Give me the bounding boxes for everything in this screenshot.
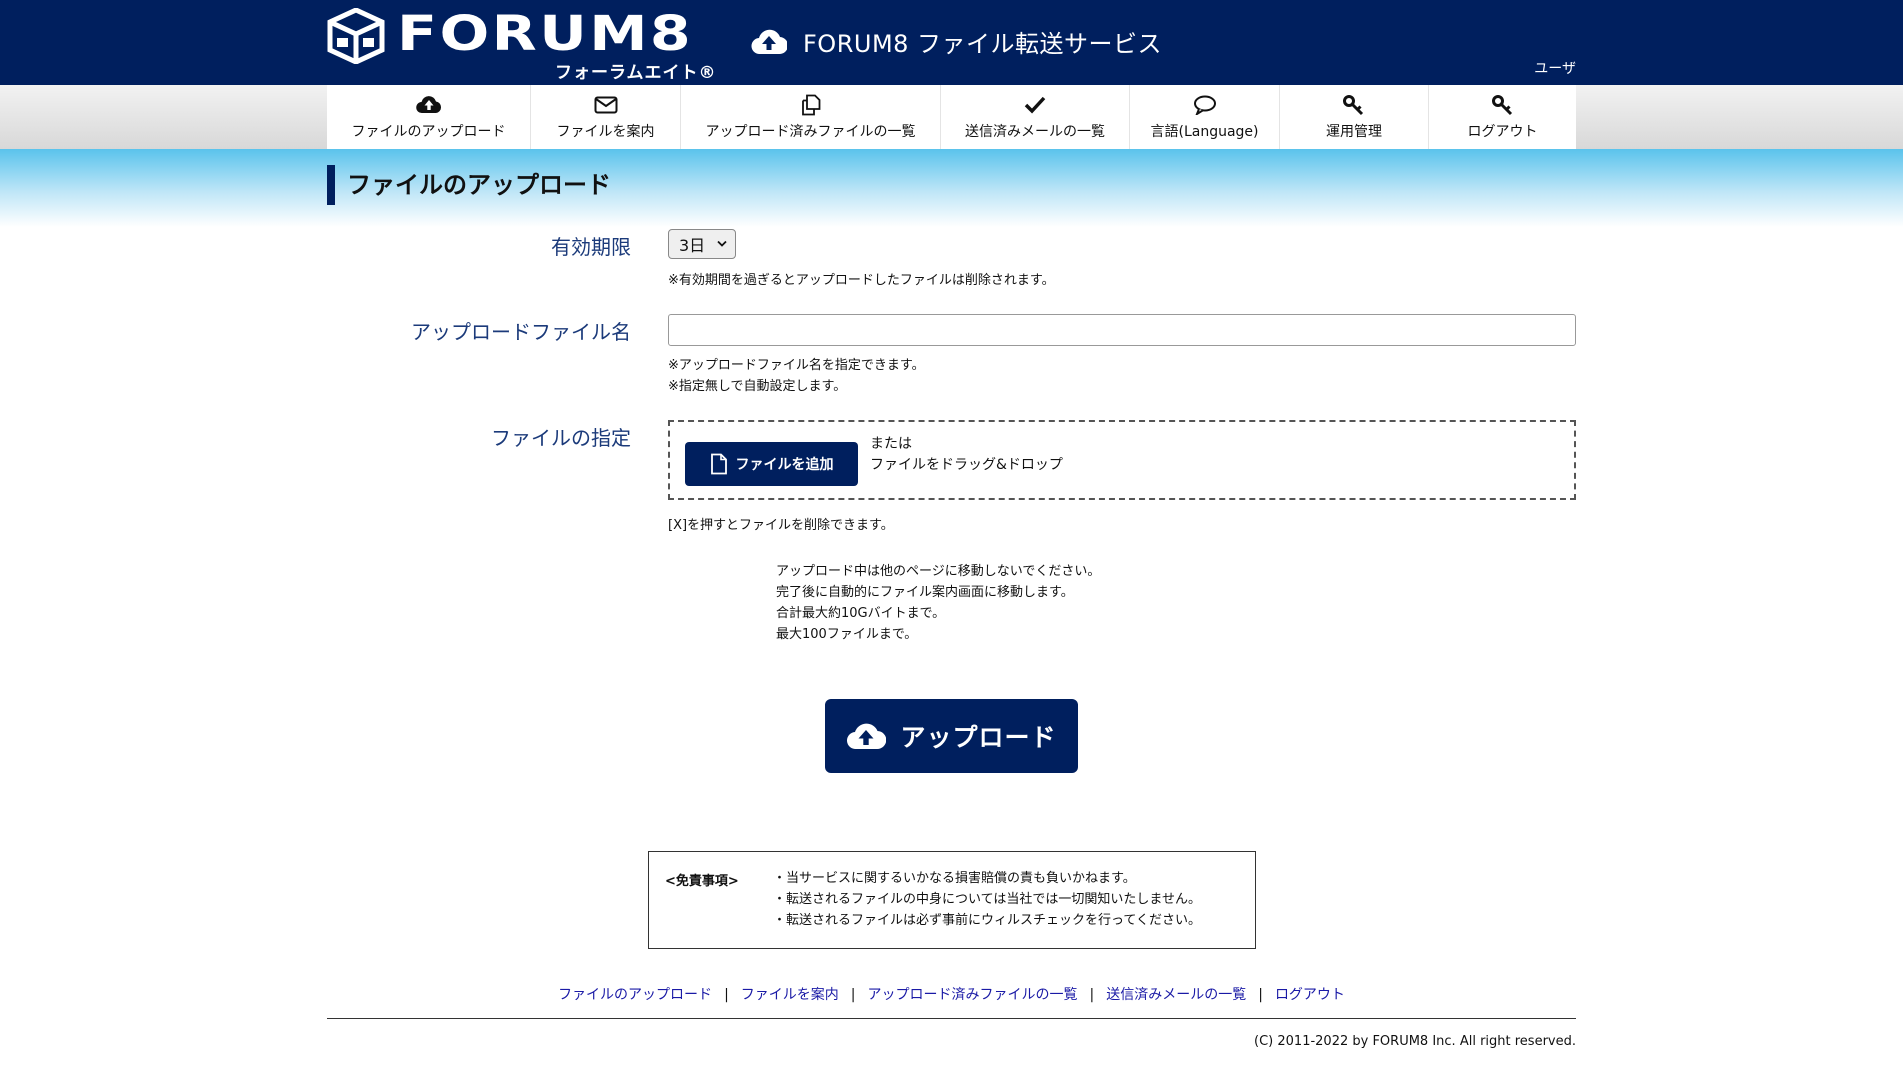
add-file-label: ファイルを追加 <box>735 457 834 473</box>
disclaimer-box: <免責事項> ・当サービスに関するいかなる損害賠償の責も負いかねます。 ・転送さ… <box>648 851 1256 949</box>
info-line: 最大100ファイルまで。 <box>776 627 918 642</box>
drop-or-text: または <box>870 436 912 452</box>
footer-link-guide[interactable]: ファイルを案内 <box>741 987 839 1003</box>
footer-divider <box>327 1018 1576 1019</box>
envelope-icon <box>593 94 619 116</box>
footer-link-upload[interactable]: ファイルのアップロード <box>558 987 712 1003</box>
upload-info: アップロード中は他のページに移動しないでください。 完了後に自動的にファイル案内… <box>776 561 1100 645</box>
upload-button-label: アップロード <box>900 723 1057 752</box>
key-icon <box>1490 94 1516 116</box>
speech-bubble-icon <box>1192 94 1218 116</box>
logo-wordmark: FORUM8 <box>397 6 694 62</box>
cloud-upload-icon <box>751 29 787 54</box>
logo-kana: フォーラムエイト® <box>555 63 717 83</box>
filename-note: ※指定無しで自動設定します。 <box>668 379 847 394</box>
chevron-down-icon <box>717 240 727 247</box>
main-nav: ファイルのアップロード ファイルを案内 アップロード済みファイルの一覧 送信済み… <box>327 85 1576 149</box>
upload-form: 有効期限 3日 ※有効期間を過ぎるとアップロードしたファイルは削除されます。 ア… <box>327 227 1576 827</box>
footer-link-uploaded-list[interactable]: アップロード済みファイルの一覧 <box>868 987 1078 1003</box>
nav-band: ファイルのアップロード ファイルを案内 アップロード済みファイルの一覧 送信済み… <box>0 85 1903 149</box>
filename-notes: ※アップロードファイル名を指定できます。 ※指定無しで自動設定します。 <box>668 355 925 397</box>
filename-note: ※アップロードファイル名を指定できます。 <box>668 358 925 373</box>
file-icon <box>710 453 727 475</box>
disclaimer-heading: <免責事項> <box>665 874 739 889</box>
user-label[interactable]: ユーザ <box>1534 58 1576 78</box>
file-dropzone[interactable]: ファイルを追加 または ファイルをドラッグ&ドロップ <box>668 420 1576 500</box>
disclaimer-item: ・当サービスに関するいかなる損害賠償の責も負いかねます。 <box>773 871 1136 886</box>
footer-links: ファイルのアップロード | ファイルを案内 | アップロード済みファイルの一覧 | 送信済み… <box>0 984 1903 1004</box>
disclaimer-list: ・当サービスに関するいかなる損害賠償の責も負いかねます。 ・転送されるファイルの… <box>773 868 1201 931</box>
add-file-button[interactable]: ファイルを追加 <box>685 442 858 486</box>
footer-link-sent-mail[interactable]: 送信済みメールの一覧 <box>1106 987 1246 1003</box>
key-icon <box>1341 94 1367 116</box>
info-line: 合計最大約10Gバイトまで。 <box>776 606 946 621</box>
filename-input[interactable] <box>668 314 1576 346</box>
upload-button[interactable]: アップロード <box>825 699 1078 773</box>
nav-label: 送信済みメールの一覧 <box>965 123 1105 140</box>
service-title: FORUM8 ファイル転送サービス <box>803 30 1163 58</box>
drop-text: ファイルをドラッグ&ドロップ <box>870 457 1063 473</box>
page-title: ファイルのアップロード <box>327 165 1576 205</box>
nav-item-sent-mail[interactable]: 送信済みメールの一覧 <box>941 85 1130 149</box>
title-band: ファイルのアップロード <box>0 149 1903 227</box>
footer-link-logout[interactable]: ログアウト <box>1275 987 1345 1003</box>
nav-label: ログアウト <box>1467 123 1538 140</box>
cloud-upload-icon <box>847 723 887 750</box>
file-select-label: ファイルの指定 <box>491 426 631 450</box>
forum8-logo[interactable]: FORUM8 フォーラムエイト® <box>327 6 732 83</box>
info-line: アップロード中は他のページに移動しないでください。 <box>776 564 1101 579</box>
copy-files-icon <box>798 94 824 116</box>
nav-item-guide[interactable]: ファイルを案内 <box>531 85 681 149</box>
info-line: 完了後に自動的にファイル案内画面に移動します。 <box>776 585 1074 600</box>
expiry-select[interactable]: 3日 <box>668 229 736 259</box>
expiry-note: ※有効期間を過ぎるとアップロードしたファイルは削除されます。 <box>668 273 1055 288</box>
footer-separator: | <box>1258 987 1263 1003</box>
drop-instructions: または ファイルをドラッグ&ドロップ <box>870 434 1063 476</box>
nav-label: 運用管理 <box>1326 123 1382 140</box>
nav-item-upload[interactable]: ファイルのアップロード <box>327 85 531 149</box>
nav-label: アップロード済みファイルの一覧 <box>705 123 916 140</box>
disclaimer-item: ・転送されるファイルは必ず事前にウィルスチェックを行ってください。 <box>773 913 1201 928</box>
nav-item-logout[interactable]: ログアウト <box>1429 85 1576 149</box>
expiry-label: 有効期限 <box>551 235 631 259</box>
nav-label: 言語(Language) <box>1150 123 1259 140</box>
expiry-selected-value: 3日 <box>679 236 706 255</box>
service-heading: FORUM8 ファイル転送サービス <box>751 24 1162 59</box>
nav-item-language[interactable]: 言語(Language) <box>1130 85 1280 149</box>
disclaimer-item: ・転送されるファイルの中身については当社では一切関知いたしません。 <box>773 892 1201 907</box>
filename-label: アップロードファイル名 <box>411 320 631 344</box>
footer-separator: | <box>850 987 856 1003</box>
footer-separator: | <box>1089 987 1095 1003</box>
top-header: FORUM8 フォーラムエイト® FORUM8 ファイル転送サービス ユーザ <box>0 0 1903 85</box>
copyright: (C) 2011-2022 by FORUM8 Inc. All right r… <box>1254 1034 1576 1049</box>
cloud-upload-icon <box>415 94 442 116</box>
nav-label: ファイルを案内 <box>556 123 655 140</box>
checkmark-icon <box>1022 94 1048 116</box>
nav-item-uploaded-list[interactable]: アップロード済みファイルの一覧 <box>681 85 941 149</box>
nav-label: ファイルのアップロード <box>351 123 506 140</box>
delete-note: [X]を押すとファイルを削除できます。 <box>668 518 894 533</box>
forum8-cube-icon <box>327 8 385 64</box>
nav-item-admin[interactable]: 運用管理 <box>1280 85 1429 149</box>
footer-separator: | <box>724 987 729 1003</box>
